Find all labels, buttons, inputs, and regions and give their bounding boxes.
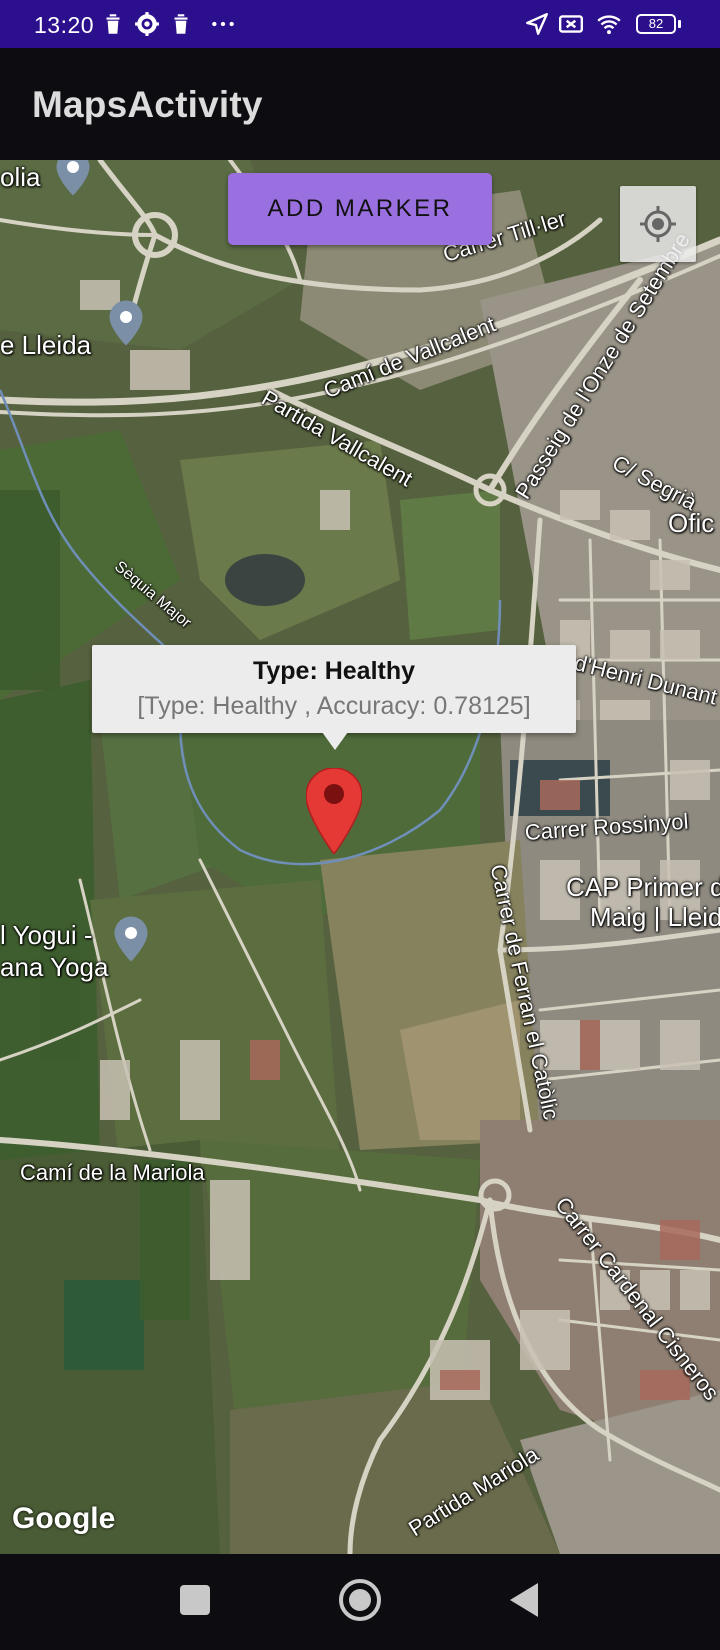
no-sim-icon xyxy=(558,15,584,33)
info-window-snippet: [Type: Healthy , Accuracy: 0.78125] xyxy=(137,692,531,720)
map-label: l Yogui - xyxy=(0,920,93,950)
status-bar: 13:20 82 xyxy=(0,0,720,48)
add-marker-button[interactable]: ADD MARKER xyxy=(228,173,492,245)
status-time: 13:20 xyxy=(34,12,95,38)
marker-info-window[interactable]: Type: Healthy [Type: Healthy , Accuracy:… xyxy=(92,645,576,750)
poi-pin-icon[interactable] xyxy=(108,300,144,346)
map-marker-icon[interactable] xyxy=(306,768,362,854)
map-view[interactable]: olia e Lleida Carrer Till·ler Camí de Va… xyxy=(0,160,720,1554)
info-window-title: Type: Healthy xyxy=(252,657,416,685)
map-label: CAP Primer d xyxy=(566,872,720,902)
poi-pin-icon[interactable] xyxy=(113,916,149,962)
location-arrow-icon xyxy=(526,13,548,35)
my-location-button[interactable] xyxy=(620,186,696,262)
info-window-tail xyxy=(322,732,348,750)
gear-icon xyxy=(135,12,159,36)
map-label: e Lleida xyxy=(0,330,92,360)
back-button[interactable] xyxy=(506,1581,542,1619)
wifi-icon xyxy=(597,15,621,35)
more-dots-icon xyxy=(212,21,234,27)
battery-level: 82 xyxy=(648,16,664,31)
map-label: olia xyxy=(0,162,41,192)
battery-icon: 82 xyxy=(636,14,676,34)
battery-tip xyxy=(678,20,681,28)
navigation-bar xyxy=(0,1554,720,1650)
trash-icon xyxy=(106,14,120,34)
trash-icon xyxy=(174,14,188,34)
poi-pin-icon[interactable] xyxy=(55,160,91,196)
crosshair-icon xyxy=(640,206,676,242)
home-button[interactable] xyxy=(338,1578,382,1622)
google-logo: Google xyxy=(12,1502,116,1535)
recents-button[interactable] xyxy=(178,1583,212,1617)
map-label: Camí de la Mariola xyxy=(20,1160,205,1185)
map-label: Maig | Lleid xyxy=(590,902,720,932)
map-label: ana Yoga xyxy=(0,952,109,982)
app-bar: MapsActivity xyxy=(0,48,720,160)
app-title: MapsActivity xyxy=(32,84,263,125)
map-label: Ofic xyxy=(668,508,715,538)
